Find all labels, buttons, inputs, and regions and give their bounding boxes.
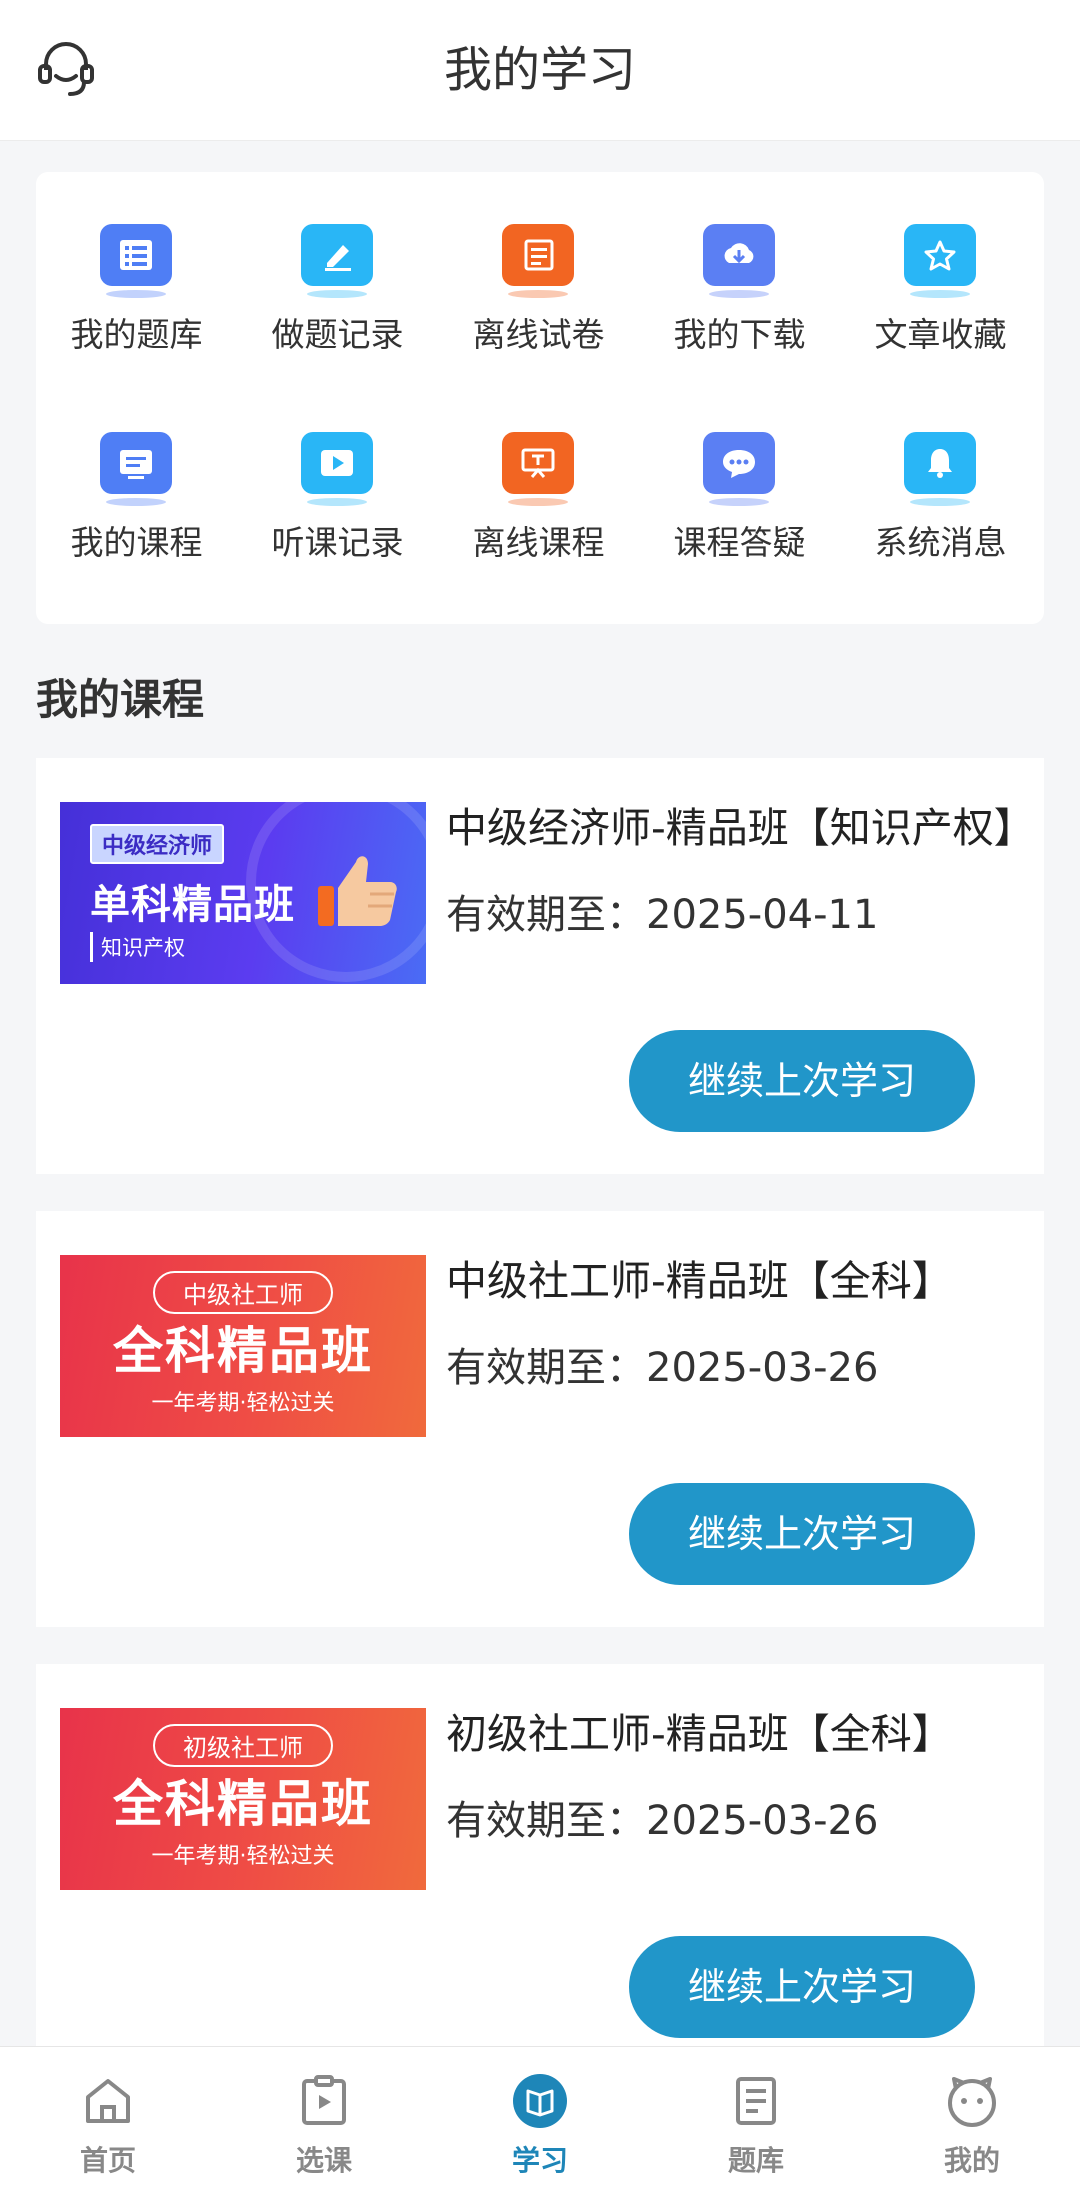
grid-label: 听课记录 (271, 523, 404, 562)
banner-sub: 知识产权 (90, 932, 185, 962)
grid-label: 我的题库 (70, 315, 203, 354)
course-expiry: 有效期至：2025-03-26 (446, 1798, 879, 1844)
star-icon (904, 224, 976, 286)
banner-tag: 初级社工师 (153, 1724, 333, 1767)
course-icon (100, 432, 172, 494)
grid-item-offline-paper[interactable]: 离线试卷 (438, 172, 639, 372)
course-banner[interactable]: 中级社工师 全科精品班 一年考期·轻松过关 (60, 1255, 426, 1437)
course-expiry: 有效期至：2025-04-11 (446, 892, 879, 938)
banner-headline: 全科精品班 (113, 1322, 373, 1380)
continue-learning-button[interactable]: 继续上次学习 (629, 1030, 975, 1132)
tab-label: 首页 (79, 2144, 136, 2177)
banner-tag: 中级社工师 (153, 1271, 333, 1314)
profile-icon (948, 2077, 996, 2127)
study-icon (513, 2074, 567, 2128)
grid-item-download[interactable]: 我的下载 (639, 172, 840, 372)
bell-icon (904, 432, 976, 494)
grid-item-edit-record[interactable]: 做题记录 (237, 172, 438, 372)
tab-select-course[interactable]: 选课 (216, 2047, 432, 2197)
section-title: 我的课程 (36, 675, 205, 724)
offline-paper-icon (502, 224, 574, 286)
grid-item-offline-course[interactable]: 离线课程 (438, 380, 639, 580)
select-course-icon (302, 2075, 346, 2125)
grid-item-course-qa[interactable]: 课程答疑 (639, 380, 840, 580)
grid-item-system-message[interactable]: 系统消息 (840, 380, 1041, 580)
question-bank-icon (100, 224, 172, 286)
course-name: 中级经济师-精品班【知识产权】 (446, 804, 1035, 852)
tab-label: 学习 (511, 2144, 568, 2177)
bottom-tab-bar: 首页 选课 学习 题库 我的 (0, 2046, 1080, 2197)
continue-learning-button[interactable]: 继续上次学习 (629, 1936, 975, 2038)
grid-label: 我的下载 (673, 315, 806, 354)
course-card[interactable]: 初级社工师 全科精品班 一年考期·轻松过关 初级社工师-精品班【全科】 有效期至… (36, 1664, 1044, 2080)
chat-icon (703, 432, 775, 494)
banner-tag: 中级经济师 (90, 824, 225, 864)
grid-item-question-bank[interactable]: 我的题库 (36, 172, 237, 372)
course-name: 初级社工师-精品班【全科】 (446, 1710, 953, 1758)
course-card[interactable]: 中级经济师 单科精品班 知识产权 中级经济师-精品班【知识产权】 有效期至：20… (36, 758, 1044, 1174)
offline-course-icon (502, 432, 574, 494)
edit-record-icon (301, 224, 373, 286)
grid-label: 课程答疑 (673, 523, 806, 562)
tab-study[interactable]: 学习 (432, 2047, 648, 2197)
grid-label: 系统消息 (874, 523, 1007, 562)
course-banner[interactable]: 初级社工师 全科精品班 一年考期·轻松过关 (60, 1708, 426, 1890)
thumbs-up-icon (318, 856, 397, 926)
play-record-icon (301, 432, 373, 494)
top-header: 我的学习 (0, 0, 1080, 141)
grid-item-article-favorites[interactable]: 文章收藏 (840, 172, 1041, 372)
home-icon (86, 2079, 130, 2123)
course-name: 中级社工师-精品班【全科】 (446, 1257, 953, 1305)
function-grid: 我的题库 做题记录 离线试卷 我的下载 文章收藏 我的课程 听课记录 离线课程 … (36, 172, 1044, 624)
banner-headline: 全科精品班 (113, 1775, 373, 1833)
course-card[interactable]: 中级社工师 全科精品班 一年考期·轻松过关 中级社工师-精品班【全科】 有效期至… (36, 1211, 1044, 1627)
tab-home[interactable]: 首页 (0, 2047, 216, 2197)
continue-learning-button[interactable]: 继续上次学习 (629, 1483, 975, 1585)
page-title: 我的学习 (443, 42, 636, 98)
grid-label: 我的课程 (70, 523, 203, 562)
tab-label: 选课 (295, 2144, 352, 2177)
tab-profile[interactable]: 我的 (864, 2047, 1080, 2197)
question-bank-tab-icon (736, 2077, 776, 2125)
course-expiry: 有效期至：2025-03-26 (446, 1345, 879, 1391)
grid-label: 文章收藏 (874, 315, 1007, 354)
grid-label: 离线试卷 (472, 315, 605, 354)
grid-label: 离线课程 (472, 523, 605, 562)
grid-item-my-course[interactable]: 我的课程 (36, 380, 237, 580)
download-icon (703, 224, 775, 286)
banner-sub: 一年考期·轻松过关 (151, 1844, 335, 1869)
course-banner[interactable]: 中级经济师 单科精品班 知识产权 (60, 802, 426, 984)
grid-label: 做题记录 (271, 315, 404, 354)
tab-label: 我的 (943, 2144, 1000, 2177)
grid-item-play-record[interactable]: 听课记录 (237, 380, 438, 580)
banner-headline: 单科精品班 (90, 882, 295, 928)
tab-question-bank[interactable]: 题库 (648, 2047, 864, 2197)
tab-label: 题库 (727, 2144, 784, 2177)
banner-sub: 一年考期·轻松过关 (151, 1391, 335, 1416)
